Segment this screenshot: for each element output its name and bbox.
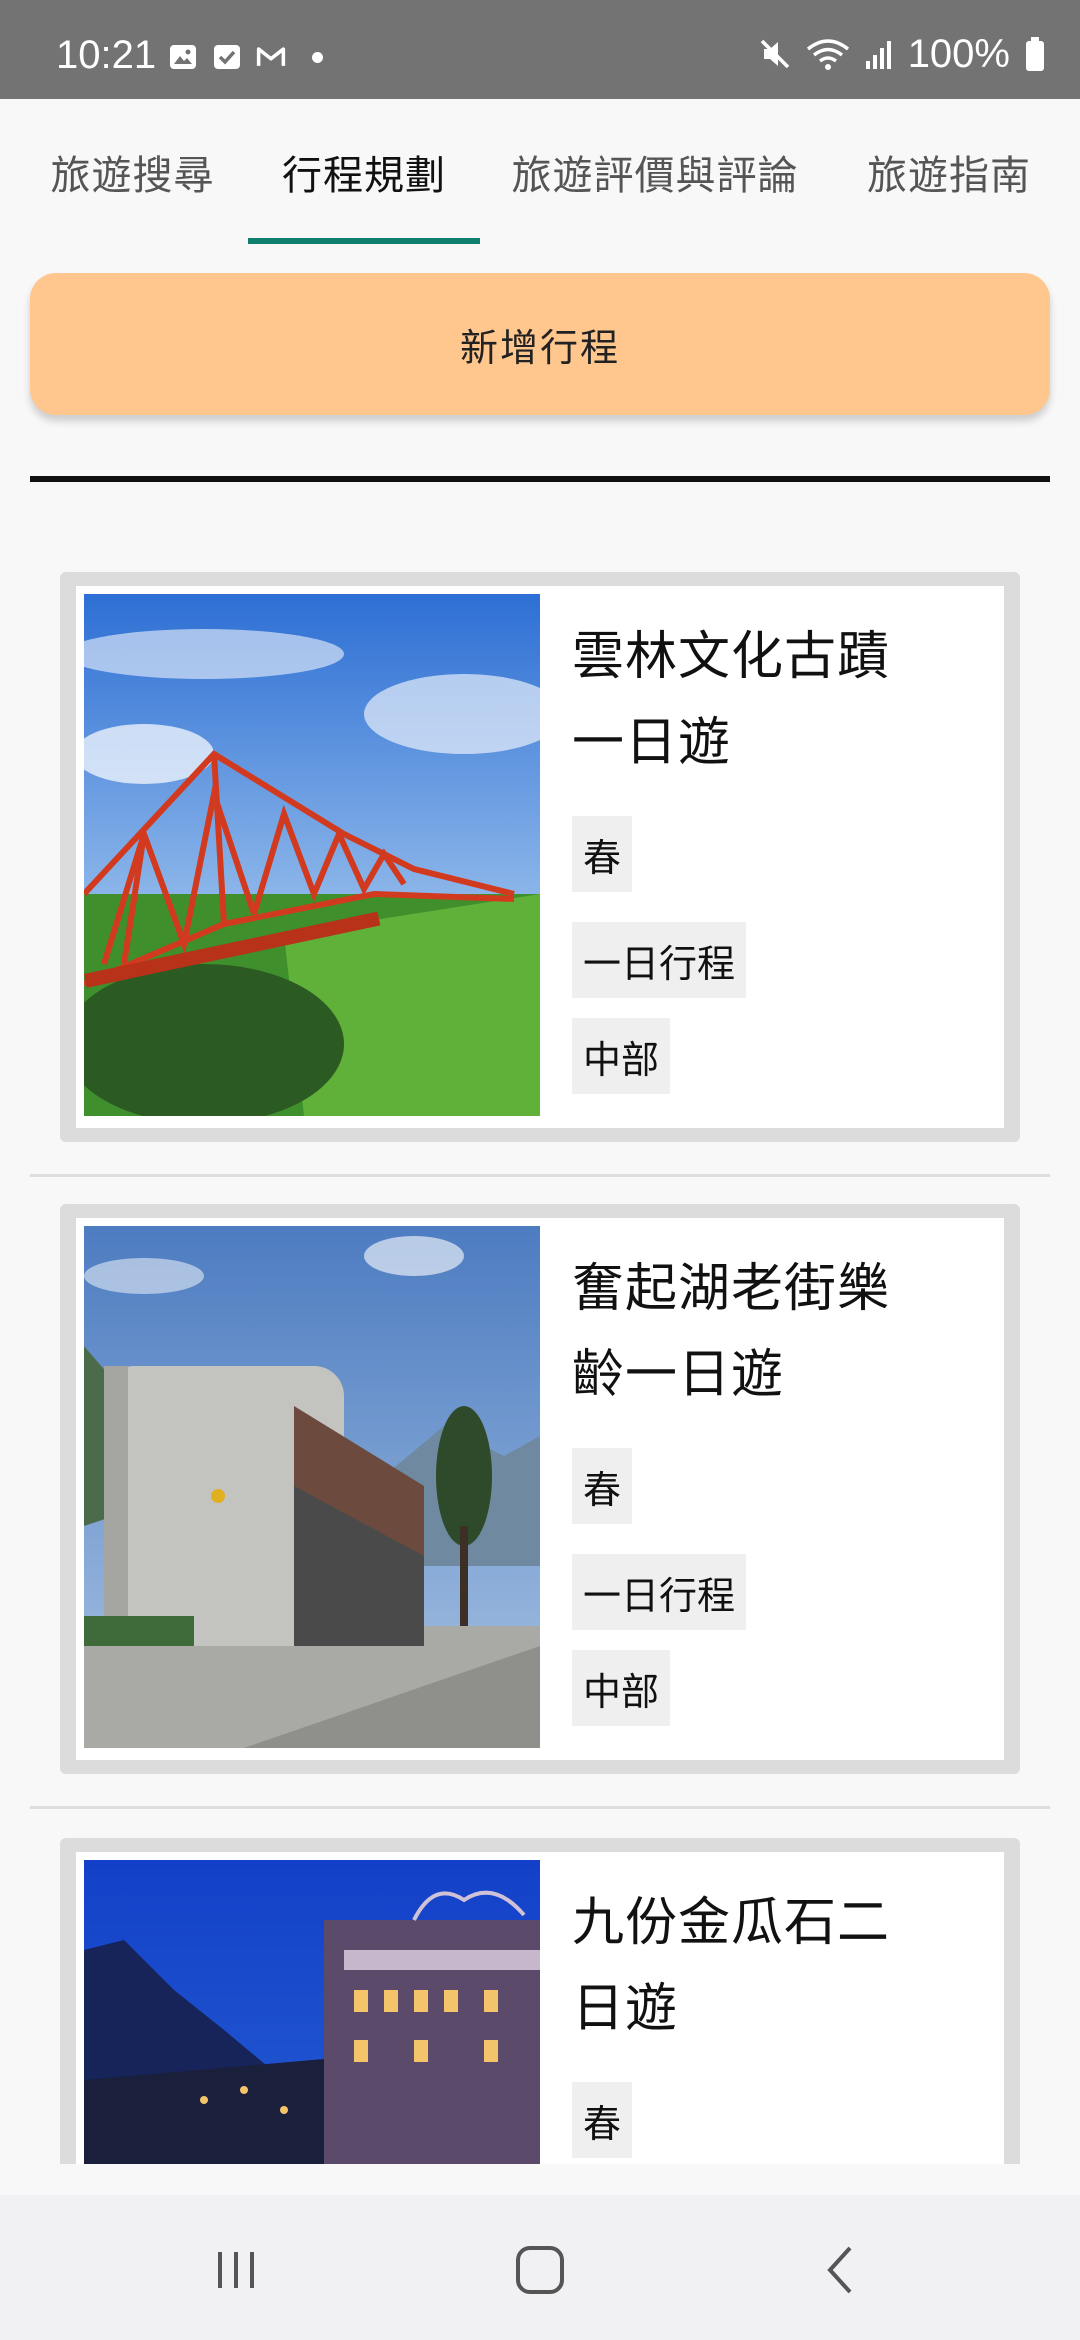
itinerary-card[interactable]: 雲林文化古蹟 一日遊 春 一日行程 中部 (60, 572, 1020, 1142)
trip-title-line2: 齡一日遊 (572, 1345, 785, 1405)
list-separator (30, 1806, 1050, 1809)
trip-title-line2: 日遊 (572, 1979, 679, 2039)
itinerary-list[interactable]: 雲林文化古蹟 一日遊 春 一日行程 中部 奮起湖老街樂 齡一日遊 春 一日行程 … (0, 482, 1080, 2164)
trip-title-line2: 一日遊 (572, 713, 732, 773)
trip-title: 九份金瓜石二 日遊 (572, 1880, 972, 2052)
mute-icon (760, 39, 789, 69)
card-content: 九份金瓜石二 日遊 春 (76, 1852, 1004, 2164)
system-nav-bar (0, 2195, 1080, 2340)
tag-region: 中部 (572, 1650, 671, 1726)
battery-percent: 100% (907, 32, 1010, 76)
home-button[interactable] (500, 2230, 580, 2310)
trip-image-jiufen-night (84, 1860, 540, 2164)
gmail-icon (256, 47, 286, 66)
trip-title-line1: 雲林文化古蹟 (572, 627, 891, 687)
trip-image-red-bridge (84, 594, 540, 1116)
trip-title: 奮起湖老街樂 齡一日遊 (572, 1246, 972, 1418)
status-time: 10:21 (56, 33, 157, 77)
tab-travel-guide[interactable]: 旅遊指南 (838, 99, 1060, 244)
trip-image-concrete-building (84, 1226, 540, 1748)
back-button[interactable] (802, 2230, 882, 2310)
recent-apps-icon (218, 2252, 254, 2288)
signal-icon (865, 41, 891, 69)
dot-icon (312, 51, 323, 63)
tab-itinerary-planning[interactable]: 行程規劃 (248, 99, 480, 244)
notification-icons (168, 42, 323, 72)
tag-season: 春 (572, 1448, 633, 1524)
recent-apps-button[interactable] (196, 2230, 276, 2310)
tab-reviews[interactable]: 旅遊評價與評論 (490, 99, 820, 244)
tag-duration: 一日行程 (572, 922, 747, 998)
home-icon (516, 2246, 564, 2294)
back-icon (827, 2246, 852, 2294)
itinerary-card[interactable]: 奮起湖老街樂 齡一日遊 春 一日行程 中部 (60, 1204, 1020, 1774)
tag-duration: 一日行程 (572, 1554, 747, 1630)
trip-title-line1: 奮起湖老街樂 (572, 1259, 891, 1319)
check-icon (214, 45, 240, 69)
itinerary-card[interactable]: 九份金瓜石二 日遊 春 (60, 1838, 1020, 2164)
tag-season: 春 (572, 816, 633, 892)
tag-region: 中部 (572, 1018, 671, 1094)
card-content: 奮起湖老街樂 齡一日遊 春 一日行程 中部 (76, 1218, 1004, 1760)
tab-bar: 旅遊搜尋 行程規劃 旅遊評價與評論 旅遊指南 (0, 99, 1080, 244)
system-icons: 100% (758, 34, 1046, 74)
tab-travel-search[interactable]: 旅遊搜尋 (20, 99, 245, 244)
trip-title: 雲林文化古蹟 一日遊 (572, 614, 972, 786)
battery-icon (1026, 37, 1044, 71)
status-bar: 10:21 100% (0, 0, 1080, 99)
tag-season: 春 (572, 2082, 633, 2158)
wifi-icon (806, 39, 849, 70)
add-itinerary-button[interactable]: 新增行程 (30, 273, 1050, 415)
card-content: 雲林文化古蹟 一日遊 春 一日行程 中部 (76, 586, 1004, 1128)
list-separator (30, 1174, 1050, 1177)
tab-indicator (248, 238, 480, 244)
image-icon (170, 45, 196, 69)
trip-title-line1: 九份金瓜石二 (572, 1893, 891, 1953)
